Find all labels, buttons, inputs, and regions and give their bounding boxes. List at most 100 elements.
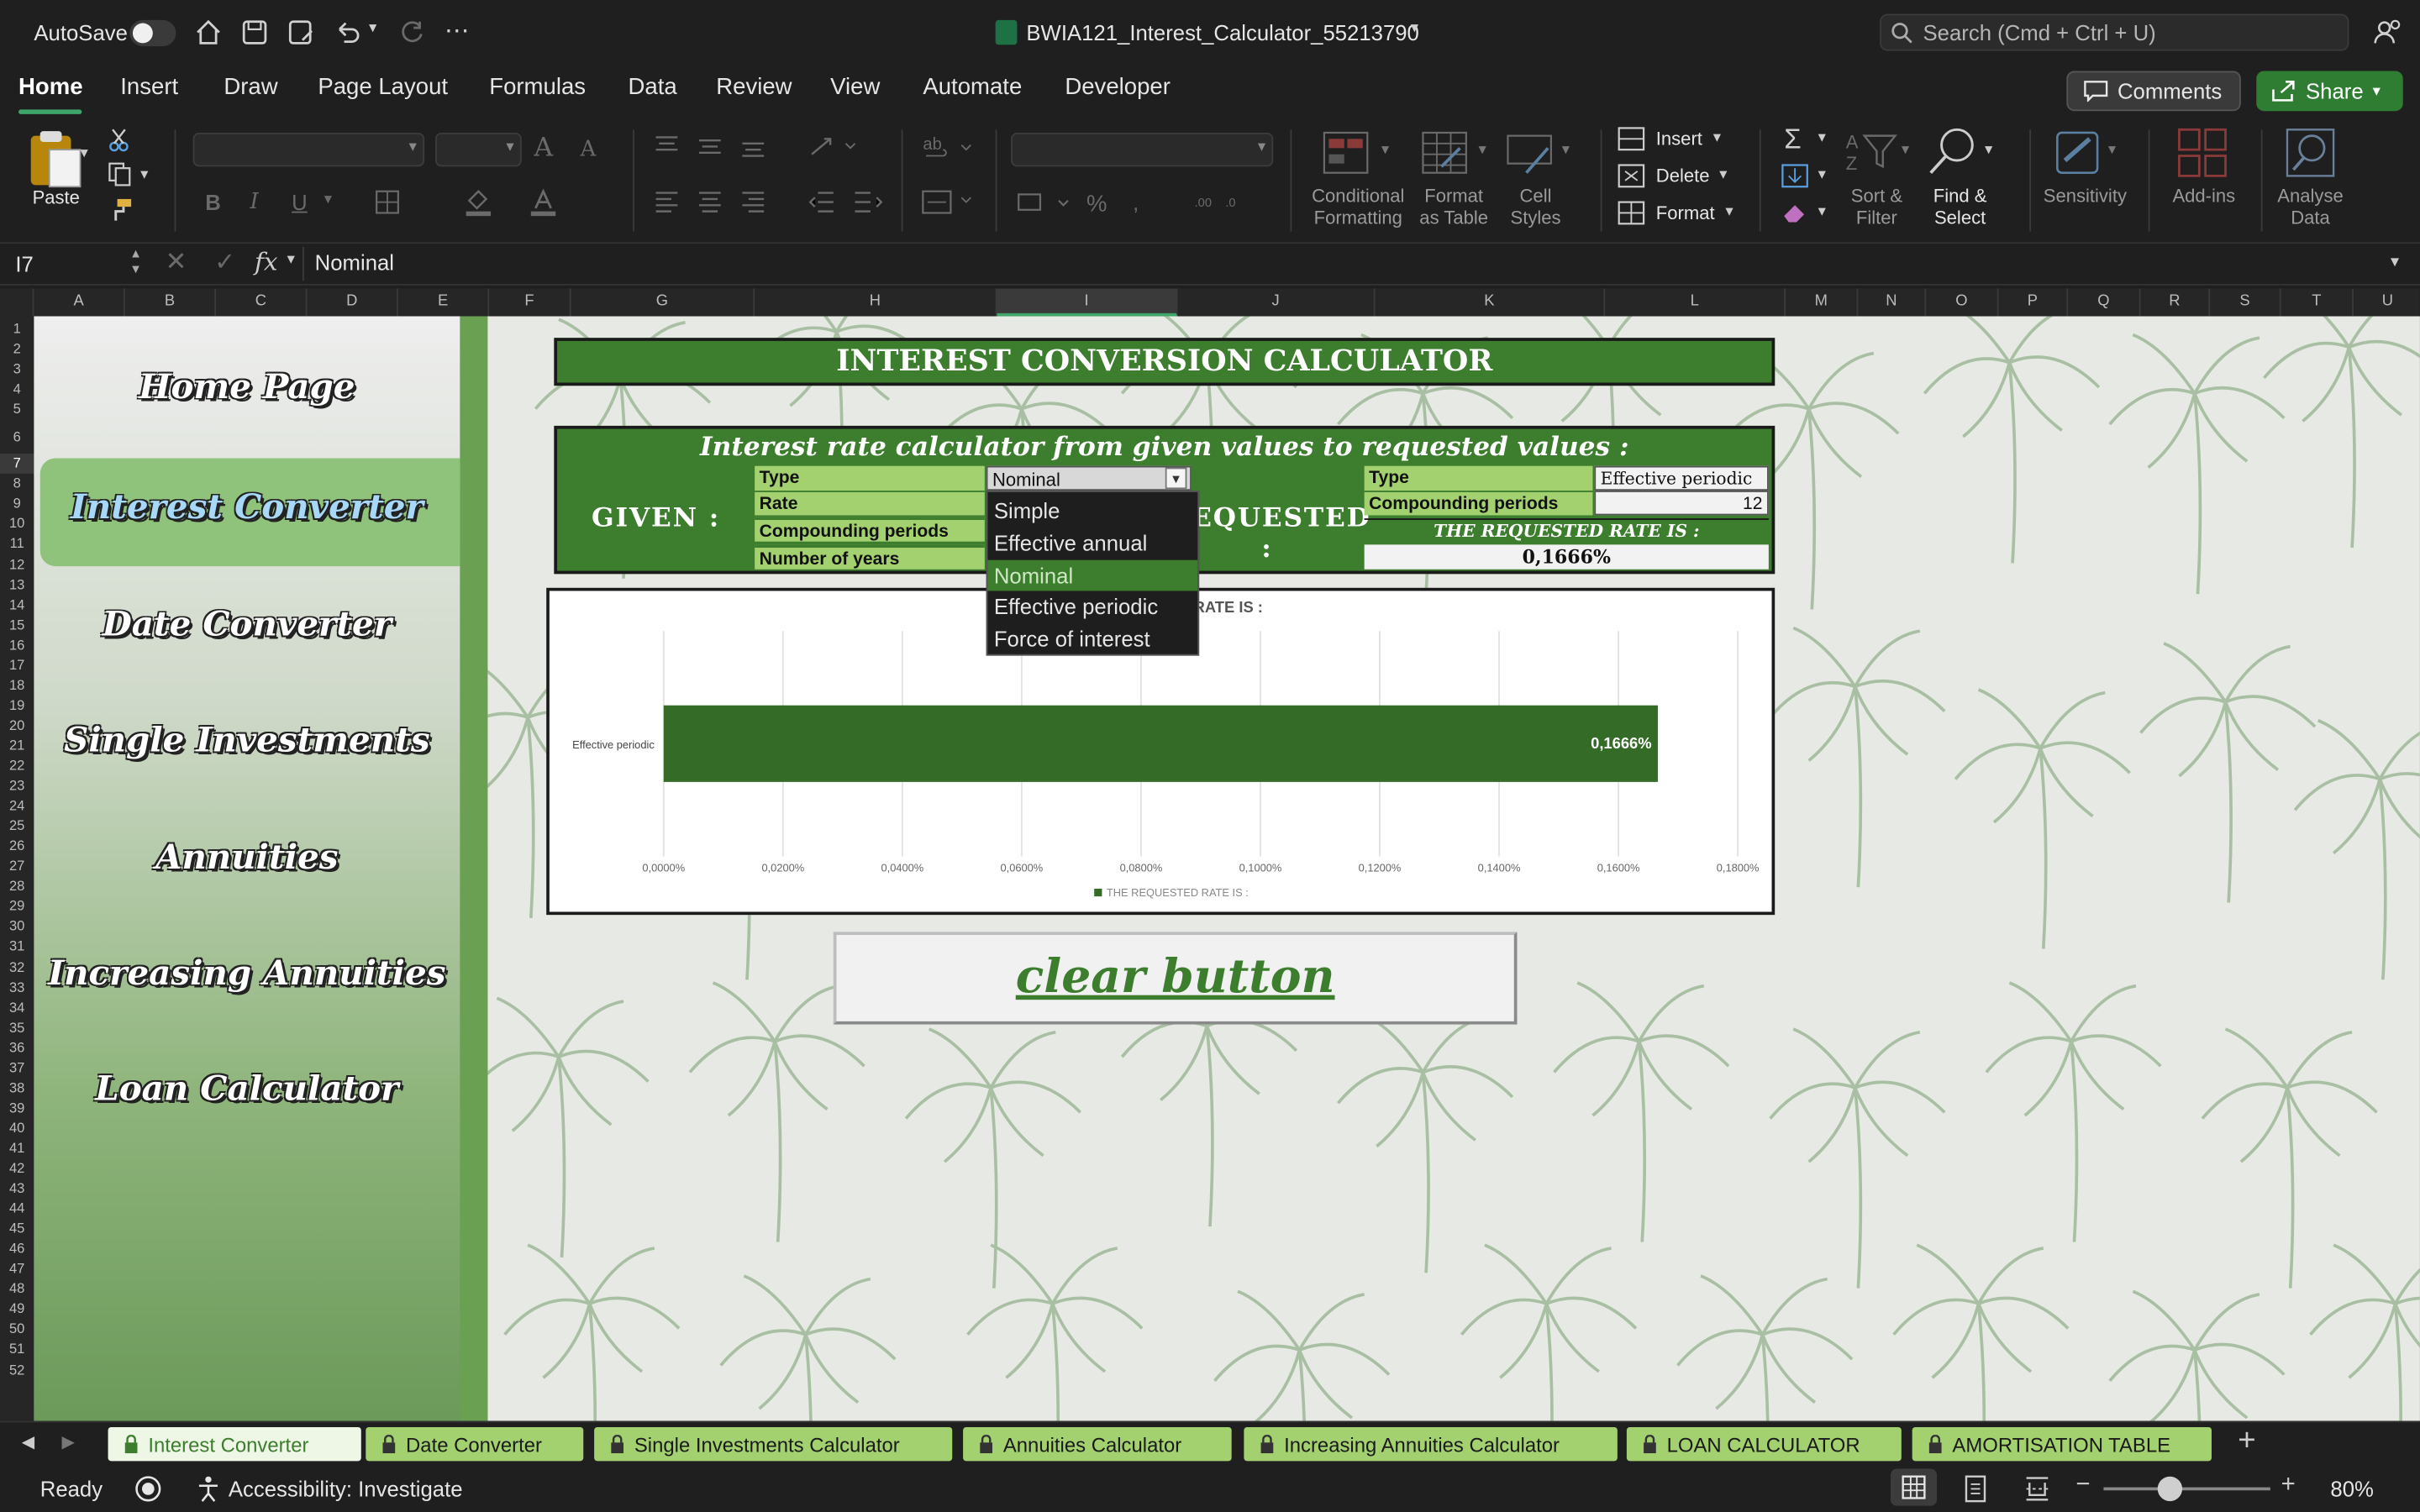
row-header[interactable]: 11 (0, 534, 34, 554)
nav-home-page[interactable]: Home Page (34, 341, 460, 433)
name-box-stepper-icon[interactable]: ▲ ▼ (129, 247, 142, 278)
column-header-t[interactable]: T (2281, 288, 2354, 317)
chevron-down-icon[interactable]: ▾ (1479, 142, 1486, 159)
row-header[interactable]: 40 (0, 1118, 34, 1138)
dropdown-option-nominal[interactable]: Nominal (987, 559, 1198, 591)
chevron-down-icon[interactable]: ▾ (81, 145, 88, 162)
sensitivity-icon[interactable] (2053, 127, 2105, 176)
increase-font-icon[interactable]: A (534, 133, 553, 164)
column-header-j[interactable]: J (1177, 288, 1376, 317)
macro-record-icon[interactable] (134, 1475, 162, 1503)
chevron-down-icon[interactable]: ▾ (1381, 142, 1389, 159)
autosum-icon[interactable]: Σ (1784, 123, 1801, 156)
formula-input[interactable]: Nominal (315, 250, 394, 275)
wrap-text-icon[interactable]: ab (922, 133, 977, 164)
indent-icons[interactable] (808, 188, 883, 216)
chevron-down-icon[interactable]: ▾ (1725, 203, 1733, 220)
row-header[interactable]: 3 (0, 360, 34, 380)
row-header[interactable]: 26 (0, 837, 34, 857)
accessibility-icon[interactable] (194, 1475, 222, 1503)
row-header[interactable]: 30 (0, 917, 34, 937)
row-header[interactable]: 25 (0, 816, 34, 837)
column-header-a[interactable]: A (34, 288, 125, 317)
zoom-slider[interactable] (2103, 1487, 2270, 1491)
format-as-table-icon[interactable] (1420, 129, 1472, 176)
row-header[interactable]: 51 (0, 1340, 34, 1360)
format-cells-label[interactable]: Format (1656, 202, 1715, 224)
decrease-font-icon[interactable]: A (581, 137, 597, 161)
type-dropdown-list[interactable]: Simple Effective annual Nominal Effectiv… (986, 491, 1200, 656)
vertical-align-icons[interactable] (653, 133, 776, 160)
function-icon[interactable]: fx (255, 247, 277, 276)
dropdown-option-simple[interactable]: Simple (987, 496, 1197, 527)
row-header[interactable]: 50 (0, 1320, 34, 1340)
chevron-down-icon[interactable]: ▾ (1818, 166, 1826, 183)
dropdown-arrow-icon[interactable]: ▼ (1165, 467, 1187, 490)
cut-icon[interactable] (108, 128, 130, 152)
row-header[interactable]: 34 (0, 998, 34, 1018)
sheet-tab[interactable]: Interest Converter (108, 1426, 361, 1462)
column-header-q[interactable]: Q (2068, 288, 2141, 317)
row-header[interactable]: 2 (0, 339, 34, 360)
add-sheet-button[interactable]: + (2238, 1424, 2255, 1459)
find-select-label[interactable]: Find & Select (1914, 185, 2007, 228)
row-header[interactable]: 21 (0, 736, 34, 756)
redo-icon[interactable] (398, 18, 426, 46)
delete-cells-icon[interactable] (1618, 164, 1645, 188)
undo-dropdown-icon[interactable]: ▾ (369, 20, 376, 37)
copy-icon[interactable] (108, 162, 133, 186)
column-header-n[interactable]: N (1858, 288, 1927, 317)
chevron-down-icon[interactable]: ▾ (1902, 142, 1909, 159)
column-header-c[interactable]: C (216, 288, 308, 317)
chevron-down-icon[interactable]: ▾ (1719, 166, 1727, 183)
row-header[interactable]: 36 (0, 1038, 34, 1058)
sheet-tab[interactable]: Single Investments Calculator (594, 1426, 953, 1462)
row-header[interactable]: 18 (0, 675, 34, 696)
dropdown-option-effective-periodic[interactable]: Effective periodic (987, 591, 1197, 622)
requested-compounding-value[interactable]: 12 (1594, 491, 1769, 516)
row-header[interactable]: 44 (0, 1199, 34, 1219)
column-header-i[interactable]: I (997, 288, 1178, 317)
row-header[interactable]: 37 (0, 1058, 34, 1079)
analyse-data-icon[interactable] (2284, 127, 2336, 179)
tab-formulas[interactable]: Formulas (489, 74, 586, 100)
paste-icon[interactable] (24, 129, 86, 188)
conditional-formatting-icon[interactable] (1321, 129, 1373, 176)
sheet-tab[interactable]: AMORTISATION TABLE (1912, 1426, 2212, 1462)
account-icon[interactable] (2372, 17, 2403, 48)
column-header-d[interactable]: D (308, 288, 398, 317)
row-header[interactable]: 10 (0, 514, 34, 534)
sheet-tab[interactable]: Date Converter (366, 1426, 584, 1462)
row-header[interactable]: 41 (0, 1138, 34, 1158)
column-header-o[interactable]: O (1926, 288, 1999, 317)
row-header[interactable]: 32 (0, 958, 34, 978)
italic-button[interactable]: I (250, 190, 259, 214)
row-header[interactable]: 22 (0, 756, 34, 776)
chevron-down-icon[interactable]: ▾ (2108, 142, 2116, 159)
row-header[interactable]: 5 (0, 400, 34, 420)
save-icon[interactable] (241, 18, 269, 46)
row-header[interactable]: 48 (0, 1279, 34, 1299)
chevron-down-icon[interactable]: ▾ (324, 192, 332, 208)
fill-color-icon[interactable] (463, 186, 494, 218)
dropdown-option-force-of-interest[interactable]: Force of interest (987, 623, 1197, 654)
chevron-down-icon[interactable]: ▾ (1411, 20, 1418, 37)
column-header-p[interactable]: P (1999, 288, 2069, 317)
column-header-m[interactable]: M (1786, 288, 1859, 317)
row-header[interactable]: 6 (0, 420, 34, 454)
conditional-formatting-label[interactable]: Conditional Formatting (1304, 185, 1413, 228)
column-header-u[interactable]: U (2354, 288, 2420, 316)
sort-filter-icon[interactable]: AZ (1846, 127, 1898, 173)
column-header-l[interactable]: L (1605, 288, 1786, 317)
chevron-down-icon[interactable]: ▾ (140, 166, 148, 183)
add-ins-label[interactable]: Add-ins (2160, 185, 2247, 207)
tab-insert[interactable]: Insert (120, 74, 178, 100)
cell-styles-label[interactable]: Cell Styles (1481, 185, 1590, 228)
given-type-value[interactable]: Nominal (986, 465, 1192, 491)
select-all-corner[interactable] (0, 288, 34, 317)
horizontal-align-icons[interactable] (653, 188, 776, 216)
file-name[interactable]: BWIA121_Interest_Calculator_55213790 (1026, 20, 1418, 45)
chevron-down-icon[interactable]: ▾ (287, 251, 295, 268)
requested-type-value[interactable]: Effective periodic (1594, 465, 1769, 491)
row-header[interactable]: 33 (0, 978, 34, 998)
